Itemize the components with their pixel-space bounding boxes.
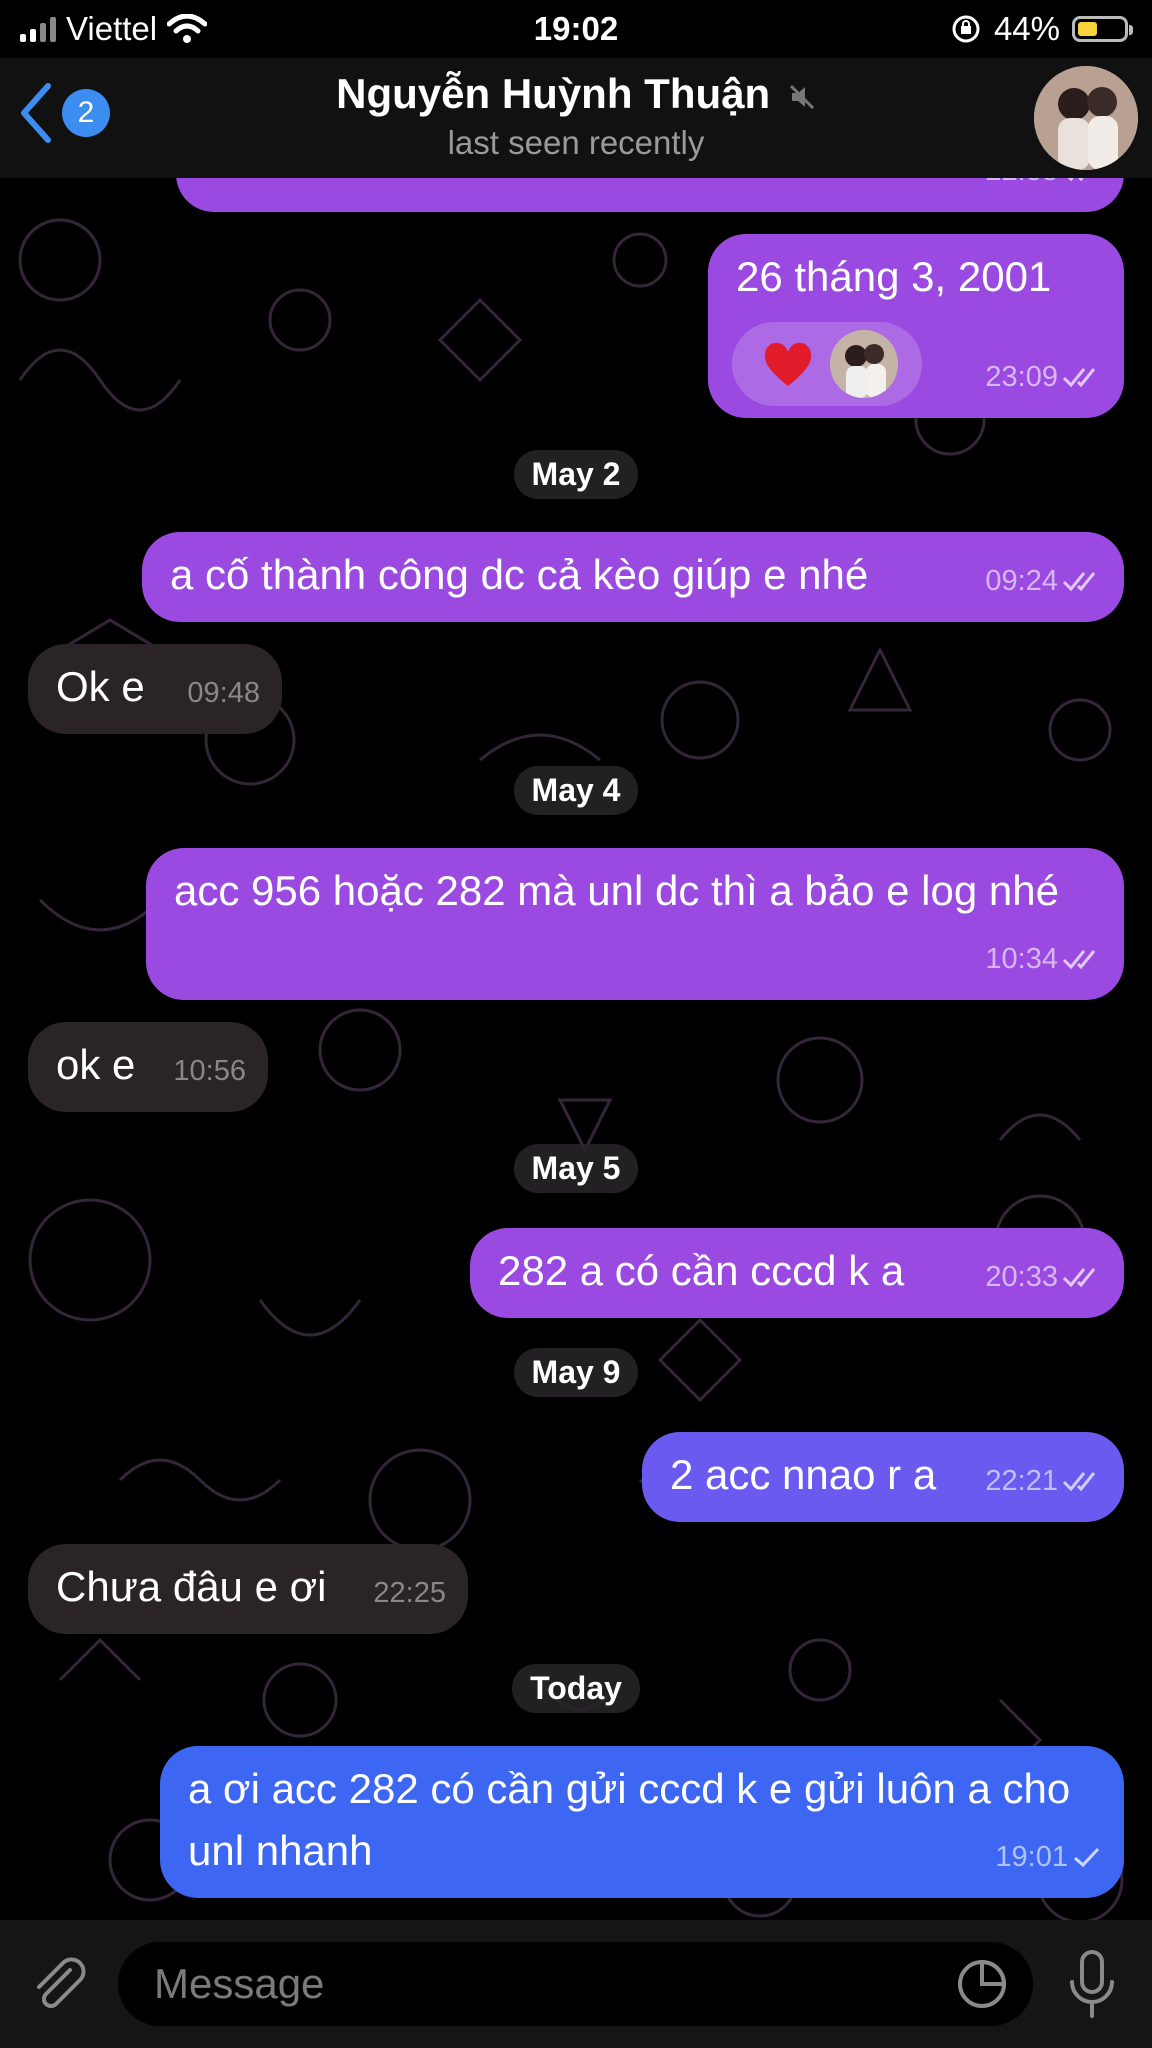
reactor-avatar <box>830 330 898 398</box>
message-time: 22:21 <box>985 1465 1058 1497</box>
date-label: May 5 <box>513 1144 639 1193</box>
message-bubble-outgoing[interactable]: a ơi acc 282 có cần gửi cccd k e gửi luô… <box>160 1746 1124 1898</box>
message-meta: 10:56 <box>173 1040 246 1102</box>
contact-name: Nguyễn Huỳnh Thuận <box>336 70 771 117</box>
message-text: ok e <box>56 1041 136 1088</box>
message-text: a cố thành công dc cả kèo giúp e nhé <box>170 551 869 598</box>
avatar-photo <box>1034 66 1138 170</box>
rotation-lock-icon <box>952 15 980 43</box>
battery-icon <box>1072 16 1133 42</box>
message-text: Chưa đâu e ơi <box>56 1563 327 1610</box>
message-input[interactable] <box>118 1942 1033 2026</box>
status-right: 44% <box>950 10 1133 48</box>
sticker-icon[interactable] <box>955 1957 1009 2011</box>
message-text: a ơi acc 282 có cần gửi cccd k e gửi luô… <box>188 1765 1071 1874</box>
date-separator: May 9 <box>0 1348 1152 1397</box>
battery-fill <box>1078 22 1098 36</box>
message-list[interactable]: 22:38 26 tháng 3, 2001 23:09 May 2 a cố … <box>0 118 1152 1920</box>
message-bubble-incoming[interactable]: Ok e 09:48 <box>28 644 282 734</box>
message-text: 26 tháng 3, 2001 <box>736 253 1052 300</box>
date-label: Today <box>512 1664 640 1713</box>
date-separator: Today <box>0 1664 1152 1713</box>
message-bubble-outgoing[interactable]: 282 a có cần cccd k a 20:33 <box>470 1228 1124 1318</box>
message-time: 10:56 <box>173 1055 246 1087</box>
message-bubble-outgoing[interactable]: a cố thành công dc cả kèo giúp e nhé 09:… <box>142 532 1124 622</box>
muted-icon <box>789 84 814 109</box>
date-separator: May 4 <box>0 766 1152 815</box>
microphone-icon[interactable] <box>1066 1948 1118 2024</box>
double-check-icon <box>1062 1472 1096 1492</box>
date-label: May 9 <box>513 1348 639 1397</box>
status-bar: Viettel 19:02 44% <box>0 0 1152 58</box>
contact-avatar[interactable] <box>1034 66 1138 170</box>
message-meta: 23:09 <box>985 346 1102 408</box>
double-check-icon <box>1062 368 1096 388</box>
message-time: 09:48 <box>187 677 260 709</box>
message-text: Ok e <box>56 663 145 710</box>
composer-bar <box>0 1920 1152 2048</box>
double-check-icon <box>1062 950 1096 970</box>
attach-icon[interactable] <box>26 1952 90 2016</box>
message-meta: 22:25 <box>373 1562 446 1624</box>
message-time: 19:01 <box>995 1841 1068 1873</box>
message-time: 10:34 <box>985 943 1058 975</box>
message-meta: 22:21 <box>985 1450 1102 1512</box>
message-time: 22:25 <box>373 1577 446 1609</box>
reaction-chip[interactable] <box>732 322 922 406</box>
message-meta: 09:24 <box>985 550 1102 612</box>
date-label: May 4 <box>513 766 639 815</box>
battery-percent: 44% <box>993 10 1060 47</box>
date-separator: May 5 <box>0 1144 1152 1193</box>
message-bubble-incoming[interactable]: ok e 10:56 <box>28 1022 268 1112</box>
message-bubble-outgoing[interactable]: acc 956 hoặc 282 mà unl dc thì a bảo e l… <box>146 848 1124 1000</box>
message-bubble-outgoing[interactable]: 2 acc nnao r a 22:21 <box>642 1432 1124 1522</box>
message-bubble-outgoing[interactable]: 26 tháng 3, 2001 23:09 <box>708 234 1124 418</box>
message-meta: 09:48 <box>187 662 260 724</box>
message-time: 09:24 <box>985 565 1058 597</box>
message-meta: 20:33 <box>985 1246 1102 1308</box>
message-meta: 10:34 <box>985 928 1102 990</box>
message-text: 282 a có cần cccd k a <box>498 1247 905 1294</box>
message-meta: 19:01 <box>995 1826 1102 1888</box>
message-time: 20:33 <box>985 1261 1058 1293</box>
heart-icon <box>764 342 812 386</box>
message-text: 2 acc nnao r a <box>670 1451 937 1498</box>
date-separator: May 2 <box>0 450 1152 499</box>
last-seen-status: last seen recently <box>447 124 705 161</box>
chat-title[interactable]: Nguyễn Huỳnh Thuận <box>0 70 1152 118</box>
double-check-icon <box>1062 572 1096 592</box>
message-bubble-incoming[interactable]: Chưa đâu e ơi 22:25 <box>28 1544 468 1634</box>
message-text: acc 956 hoặc 282 mà unl dc thì a bảo e l… <box>174 867 1059 914</box>
date-label: May 2 <box>513 450 639 499</box>
double-check-icon <box>1062 1268 1096 1288</box>
message-time: 23:09 <box>985 361 1058 393</box>
single-check-icon <box>1074 1847 1100 1868</box>
chat-header: 2 Nguyễn Huỳnh Thuận last seen recently <box>0 58 1152 178</box>
